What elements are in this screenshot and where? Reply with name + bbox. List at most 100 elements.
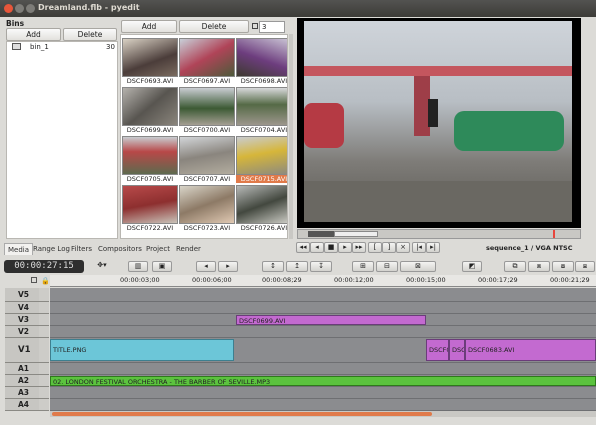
media-delete-button[interactable]: Delete: [179, 20, 249, 33]
track-options-icon[interactable]: [31, 277, 37, 283]
lane-v5[interactable]: [50, 288, 596, 302]
media-item[interactable]: DSCF0699.AVI: [122, 87, 178, 134]
stop-button[interactable]: ■: [324, 242, 338, 253]
lane-v2[interactable]: [50, 326, 596, 338]
lane-a1[interactable]: [50, 363, 596, 375]
track-a1[interactable]: A1: [5, 363, 39, 375]
track-a2[interactable]: A2: [5, 375, 39, 387]
tab-project[interactable]: Project: [143, 243, 173, 255]
timeline-clip[interactable]: DSCF0699.AVI: [236, 315, 426, 325]
bin-add-button[interactable]: Add: [6, 28, 61, 41]
next-edit-button[interactable]: ▸: [218, 261, 238, 272]
minimize-window-button[interactable]: [15, 4, 24, 13]
track-v2[interactable]: V2: [5, 326, 39, 338]
folder-icon: [12, 43, 21, 50]
tab-range-log[interactable]: Range Log: [30, 243, 73, 255]
monitor-frame: [304, 21, 572, 222]
undo-button[interactable]: ◩: [462, 261, 482, 272]
media-item[interactable]: DSCF0722.AVI: [122, 185, 178, 232]
lane-a3[interactable]: [50, 387, 596, 399]
tab-compositors[interactable]: Compositors: [95, 243, 145, 255]
title-clip[interactable]: TITLE.PNG: [50, 339, 234, 361]
media-item-selected[interactable]: DSCF0715.AVI: [236, 136, 287, 183]
media-item[interactable]: DSCF0697.AVI: [179, 38, 235, 85]
track-lock[interactable]: [39, 399, 49, 411]
video-monitor: [297, 18, 581, 228]
track-v5[interactable]: V5: [5, 288, 39, 302]
compositor-button[interactable]: ⧉: [504, 261, 526, 272]
prev-frame-button[interactable]: ◂◂: [296, 242, 310, 253]
monitor-scrub-bar[interactable]: [297, 229, 581, 239]
window-title: Dreamland.flb - pyedit: [38, 3, 140, 12]
track-lock[interactable]: [39, 338, 49, 363]
bins-heading: Bins: [6, 19, 25, 28]
media-item[interactable]: DSCF0705.AVI: [122, 136, 178, 183]
ruler-label: 00:00:15;00: [406, 276, 446, 284]
lane-a2[interactable]: 02. LONDON FESTIVAL ORCHESTRA - THE BARB…: [50, 375, 596, 387]
append-button[interactable]: ⊟: [376, 261, 398, 272]
media-item[interactable]: DSCF0707.AVI: [179, 136, 235, 183]
play-button[interactable]: ▸: [338, 242, 352, 253]
timeline-scrollbar[interactable]: [50, 411, 596, 417]
tab-render[interactable]: Render: [173, 243, 204, 255]
maximize-window-button[interactable]: [26, 4, 35, 13]
sync-button[interactable]: ⧈: [528, 261, 550, 272]
columns-spinner[interactable]: 3: [259, 21, 285, 33]
track-lock[interactable]: [39, 326, 49, 338]
split-audio-button[interactable]: ⧇: [552, 261, 574, 272]
lane-v1[interactable]: TITLE.PNG DSCF06 DSCF DSCF0683.AVI: [50, 338, 596, 363]
lane-v4[interactable]: [50, 302, 596, 314]
track-lock[interactable]: [39, 302, 49, 314]
track-v4[interactable]: V4: [5, 302, 39, 314]
prev-edit-button[interactable]: ◂: [196, 261, 216, 272]
tool-selector[interactable]: ✥▾: [92, 261, 112, 272]
track-a3[interactable]: A3: [5, 387, 39, 399]
timeline-ruler[interactable]: 00:00:03;00 00:00:06;00 00:00:08;29 00:0…: [50, 275, 596, 287]
track-lock[interactable]: [39, 375, 49, 387]
goto-in-button[interactable]: |◂: [412, 242, 426, 253]
mark-in-button[interactable]: [: [368, 242, 382, 253]
lift-button[interactable]: ↥: [286, 261, 308, 272]
bin-delete-button[interactable]: Delete: [63, 28, 117, 41]
timeline-clip[interactable]: DSCF0683.AVI: [465, 339, 596, 361]
timeline-clip[interactable]: DSCF06: [426, 339, 449, 361]
audio-clip[interactable]: 02. LONDON FESTIVAL ORCHESTRA - THE BARB…: [50, 376, 596, 386]
resync-button[interactable]: ⧆: [575, 261, 595, 272]
clear-marks-button[interactable]: ×: [396, 242, 410, 253]
overwrite-button[interactable]: ⊠: [400, 261, 436, 272]
track-v1[interactable]: V1: [5, 338, 39, 363]
media-item[interactable]: DSCF0723.AVI: [179, 185, 235, 232]
track-v3[interactable]: V3: [5, 314, 39, 326]
track-lock[interactable]: [39, 387, 49, 399]
mark-out-button[interactable]: ]: [382, 242, 396, 253]
zoom-in-button[interactable]: ▥: [128, 261, 148, 272]
timeline-clip[interactable]: DSCF: [449, 339, 465, 361]
track-lock[interactable]: [39, 363, 49, 375]
next-frame-button[interactable]: ▸▸: [352, 242, 366, 253]
lock-all-icon[interactable]: 🔒: [41, 277, 50, 285]
media-scrollbar[interactable]: [289, 34, 293, 239]
tab-filters[interactable]: Filters: [68, 243, 95, 255]
media-add-button[interactable]: Add: [121, 20, 177, 33]
track-lock[interactable]: [39, 314, 49, 326]
track-label: A3: [18, 388, 30, 397]
media-item[interactable]: DSCF0693.AVI: [122, 38, 178, 85]
media-item[interactable]: DSCF0700.AVI: [179, 87, 235, 134]
media-item[interactable]: DSCF0726.AVI: [236, 185, 287, 232]
close-window-button[interactable]: [4, 4, 13, 13]
play-back-button[interactable]: ◂: [310, 242, 324, 253]
split-button[interactable]: ↕: [262, 261, 284, 272]
goto-out-button[interactable]: ▸|: [426, 242, 440, 253]
bin-row[interactable]: bin_1 30: [8, 42, 116, 53]
tab-media[interactable]: Media: [4, 243, 34, 255]
insert-button[interactable]: ⊞: [352, 261, 374, 272]
track-lock[interactable]: [39, 288, 49, 302]
lane-v3[interactable]: DSCF0699.AVI: [50, 314, 596, 326]
media-item[interactable]: DSCF0704.AVI: [236, 87, 287, 134]
zoom-fit-button[interactable]: ▣: [152, 261, 172, 272]
media-item[interactable]: DSCF0698.AVI: [236, 38, 287, 85]
lane-a4[interactable]: [50, 399, 596, 411]
delete-button[interactable]: ↧: [310, 261, 332, 272]
track-a4[interactable]: A4: [5, 399, 39, 411]
track-label: V1: [18, 345, 31, 355]
